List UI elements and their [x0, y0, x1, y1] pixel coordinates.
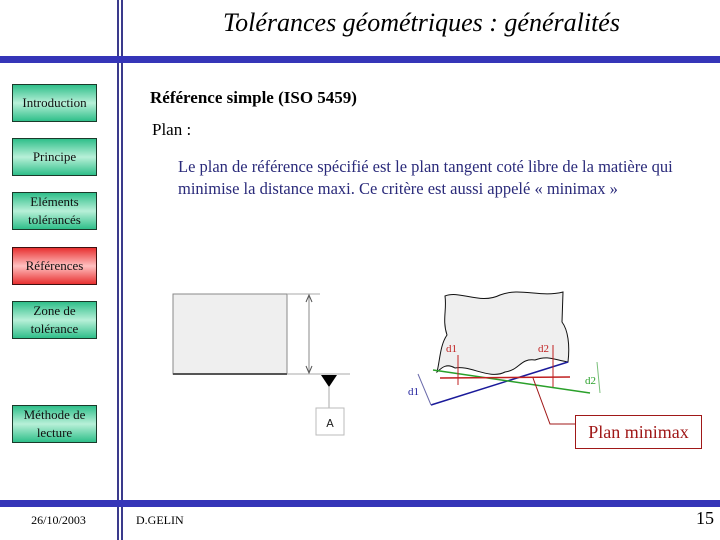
- datum-plane-diagram: A d1 d2 d1 d2: [172, 291, 601, 436]
- d1-label-red: d1: [446, 343, 457, 355]
- nav-principe-button[interactable]: Principe: [12, 138, 97, 176]
- datum-triangle-icon: [321, 375, 337, 387]
- nav-zone-tolerance-button[interactable]: Zone de tolérance: [12, 301, 97, 339]
- page-number: 15: [696, 508, 714, 528]
- datum-letter: A: [326, 417, 334, 430]
- d1-dimension-blue: [417, 373, 432, 406]
- footer-date: 26/10/2003: [31, 513, 86, 527]
- nav-references-button[interactable]: Références: [12, 247, 97, 285]
- plan-minimax-callout: Plan minimax: [575, 415, 702, 449]
- d1-label-blue: d1: [408, 386, 419, 398]
- description-paragraph: Le plan de référence spécifié est le pla…: [178, 157, 673, 198]
- datum-part-rect: [172, 293, 288, 375]
- nav-elements-toleres-button[interactable]: Eléments tolérancés: [12, 192, 97, 230]
- footer-bar: [0, 500, 720, 507]
- d2-label-red: d2: [538, 343, 549, 355]
- section-subheading: Plan :: [152, 120, 192, 139]
- nav-introduction-button[interactable]: Introduction: [12, 84, 97, 122]
- d2-dimension-green: [596, 361, 601, 394]
- slide-title: Tolérances géométriques : généralités: [223, 8, 620, 37]
- header-bar: [0, 56, 720, 63]
- section-heading: Référence simple (ISO 5459): [150, 88, 357, 107]
- rough-part-shape: [436, 291, 570, 375]
- vertical-divider: [117, 0, 123, 540]
- nav-methode-lecture-button[interactable]: Méthode de lecture: [12, 405, 97, 443]
- d2-label-green: d2: [585, 375, 596, 387]
- red-plane-line: [439, 376, 571, 379]
- green-plane-line: [432, 369, 591, 394]
- footer-author: D.GELIN: [136, 513, 184, 527]
